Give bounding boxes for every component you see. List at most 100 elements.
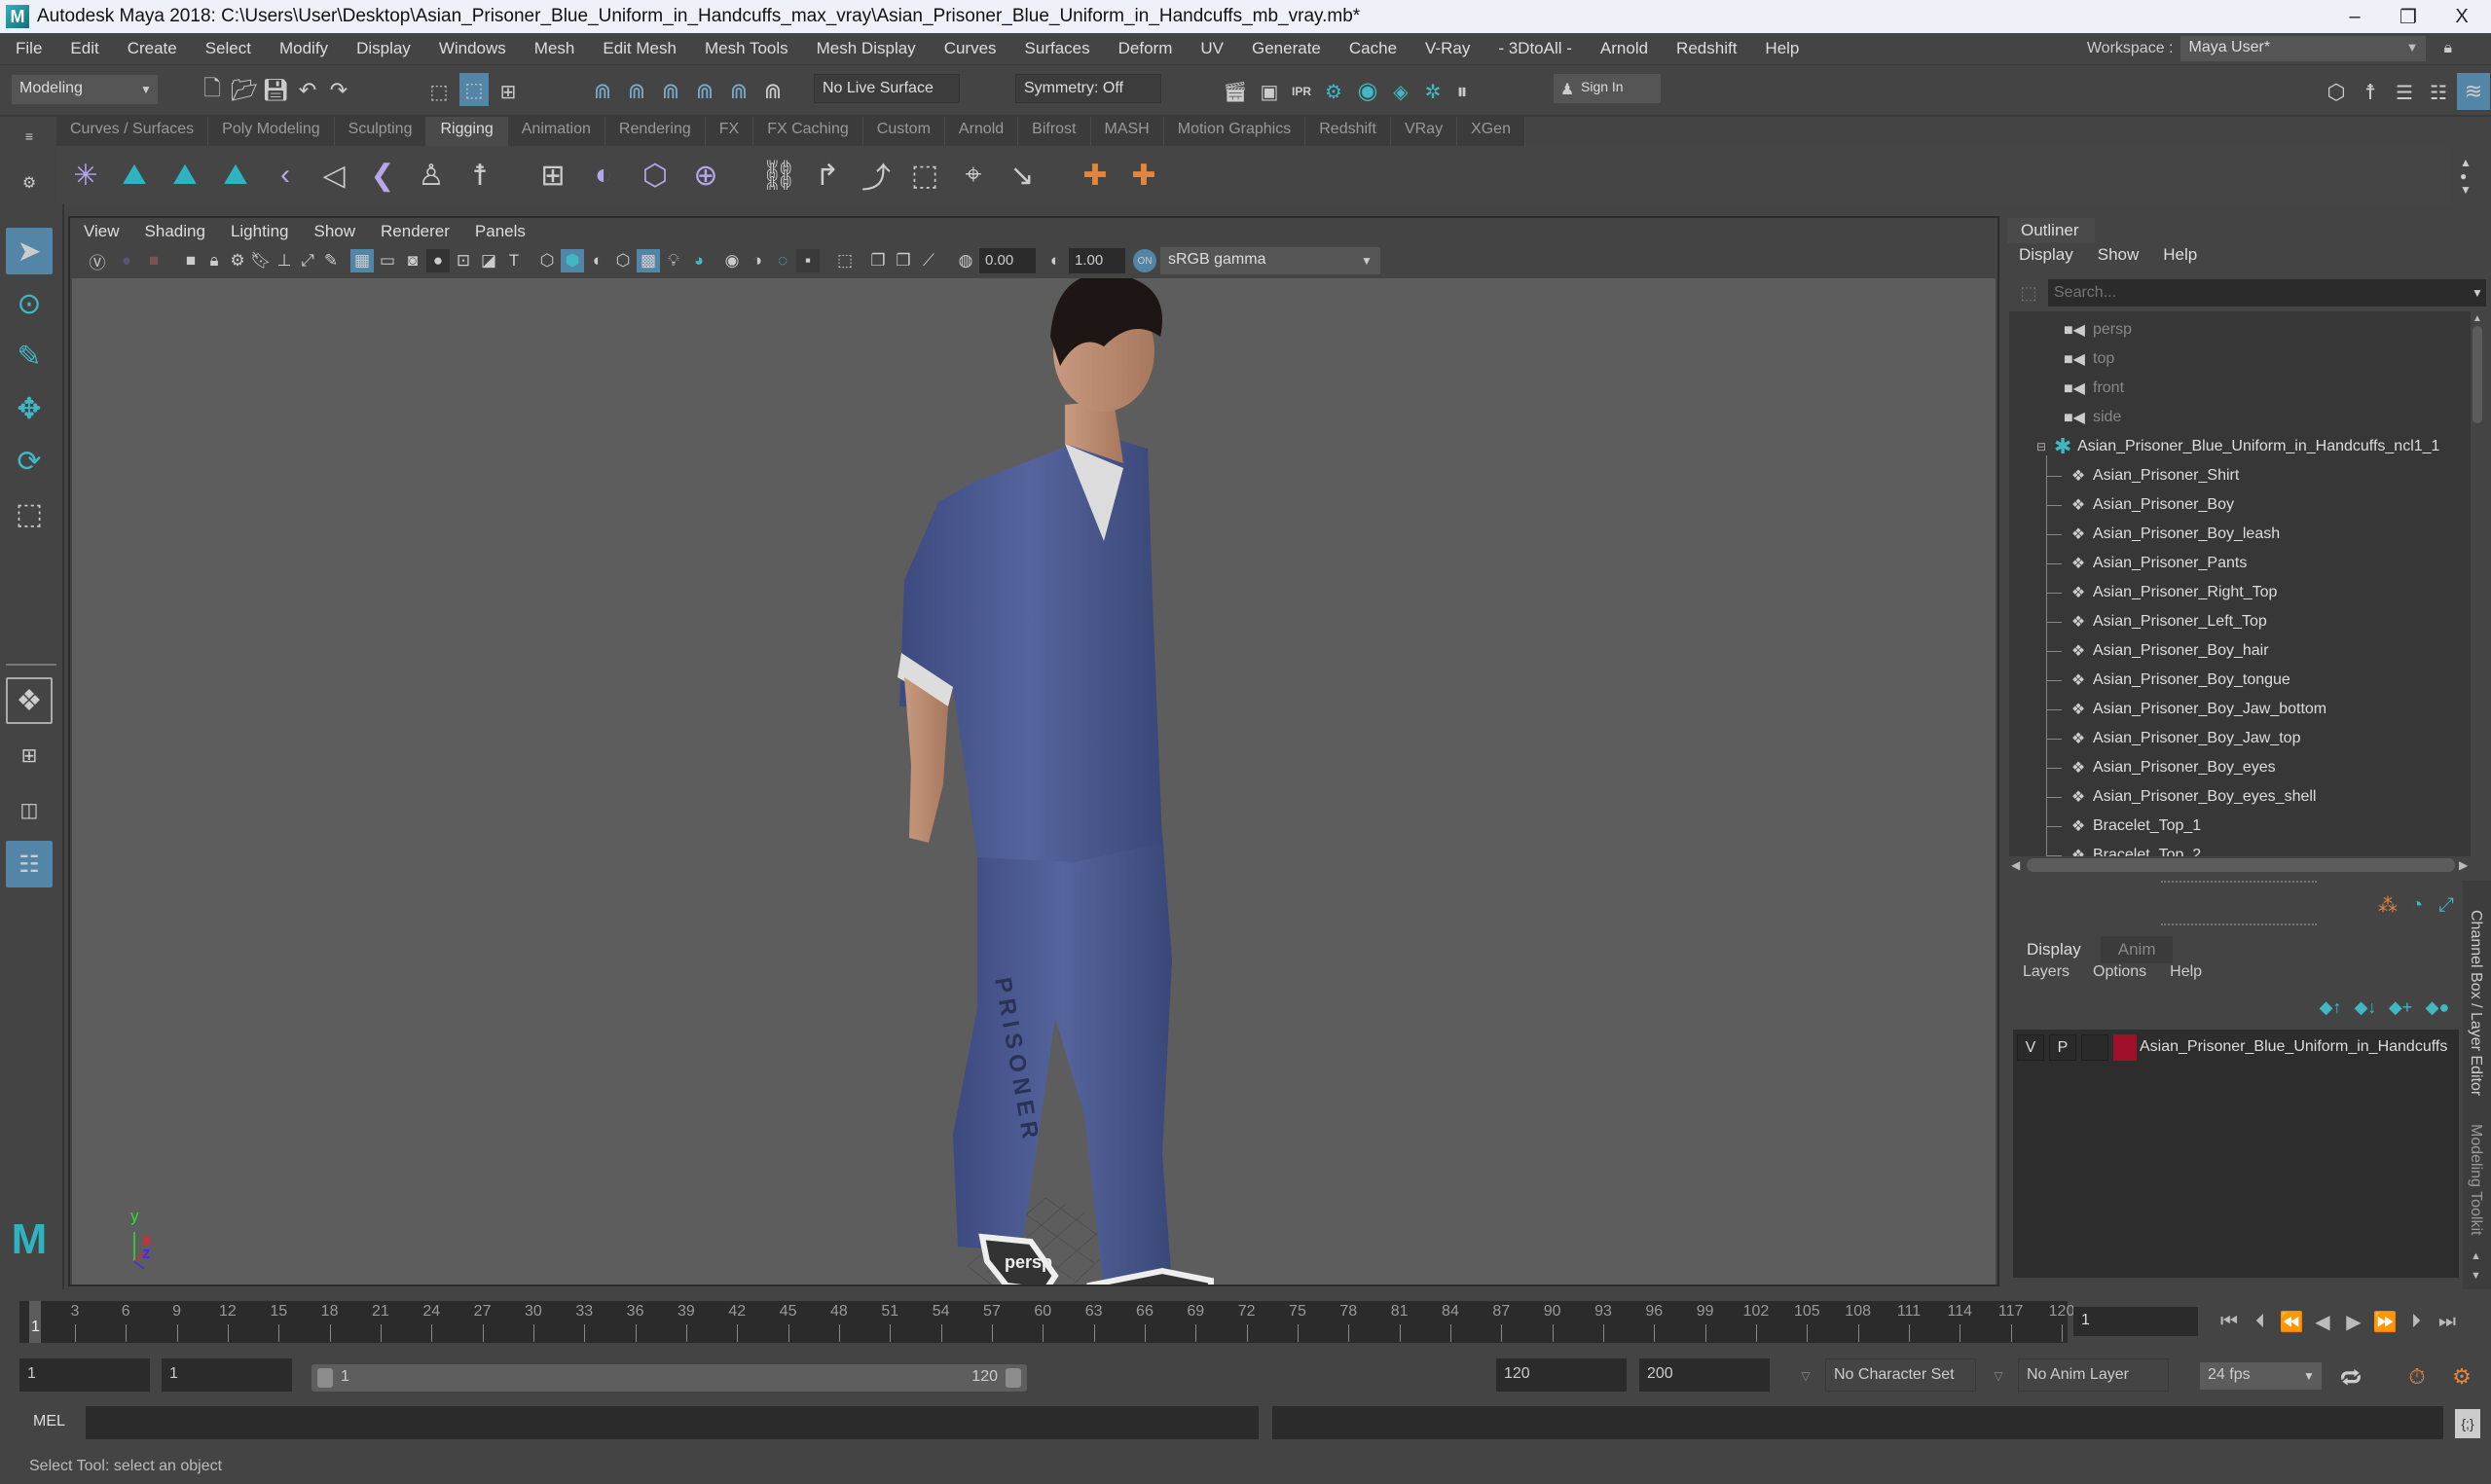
new-layer-selected-icon[interactable]: ◆●	[2424, 995, 2451, 1019]
grease-pencil-icon[interactable]: ✎	[319, 249, 343, 272]
outliner-item-mesh[interactable]: ❖ Asian_Prisoner_Boy_eyes_shell	[2009, 782, 2467, 812]
new-layer-icon[interactable]: ◆+	[2387, 995, 2414, 1019]
bookmarks-icon[interactable]: 🔖︎	[249, 249, 273, 272]
side-tab-scroll-up-icon[interactable]: ▲	[2471, 1250, 2481, 1262]
animation-preferences-icon[interactable]: ⚙	[2445, 1362, 2478, 1392]
menu-help[interactable]: Help	[1765, 39, 1799, 58]
menu-vray[interactable]: V-Ray	[1425, 39, 1470, 58]
shelf-settings-icon[interactable]: ⚙	[19, 173, 39, 193]
save-scene-icon[interactable]: 💾︎	[262, 77, 289, 104]
menu-arnold[interactable]: Arnold	[1600, 39, 1648, 58]
anim-layer-chevron-icon[interactable]: ▽	[1989, 1366, 2008, 1386]
depth-of-field-icon[interactable]: ▪	[796, 249, 820, 272]
menu-generate[interactable]: Generate	[1252, 39, 1321, 58]
default-material-icon[interactable]: ◐	[586, 249, 609, 272]
menu-surfaces[interactable]: Surfaces	[1025, 39, 1090, 58]
shelf-tab-redshift[interactable]: Redshift	[1305, 117, 1391, 146]
motion-blur-icon[interactable]: ◑	[746, 249, 769, 272]
3d-viewport[interactable]: PRISONER y x z persp	[72, 278, 1996, 1285]
wireframe-on-shaded-icon[interactable]: ⬡	[611, 249, 635, 272]
shelf-tab-mash[interactable]: MASH	[1091, 117, 1164, 146]
gamma-field[interactable]: 1.00	[1069, 248, 1125, 273]
outliner-item-mesh[interactable]: ❖ Asian_Prisoner_Boy_tongue	[2009, 666, 2467, 695]
layer-menu-options[interactable]: Options	[2093, 963, 2146, 981]
lock-camera-icon[interactable]: 🔒︎	[202, 249, 226, 272]
shelf-tab-animation[interactable]: Animation	[508, 117, 605, 146]
light-editor-icon[interactable]: ✲	[1419, 77, 1447, 106]
channel-box-speed-icon[interactable]: ⤢	[2434, 892, 2459, 918]
snap-grid-icon[interactable]: ⋒	[589, 77, 616, 106]
four-pane-layout-icon[interactable]: ⊞	[6, 732, 53, 778]
shelf-tab-fx-caching[interactable]: FX Caching	[753, 117, 863, 146]
resolution-gate-icon[interactable]: ◙	[401, 249, 424, 272]
open-scene-icon[interactable]: 📂︎	[231, 77, 258, 104]
layer-color-swatch[interactable]	[2113, 1034, 2137, 1061]
mel-command-input[interactable]	[86, 1406, 1259, 1439]
select-object-icon[interactable]: ⬚	[459, 73, 489, 106]
outliner-item-mesh[interactable]: ❖ Asian_Prisoner_Pants	[2009, 549, 2467, 578]
character-set-chevron-icon[interactable]: ▽	[1796, 1366, 1815, 1386]
outliner-tab[interactable]: Outliner	[2007, 218, 2095, 243]
ik-spline-icon[interactable]: ◁	[314, 154, 353, 197]
safe-action-icon[interactable]: ◪	[477, 249, 500, 272]
outliner-horizontal-scrollbar[interactable]	[2027, 858, 2455, 872]
select-component-icon[interactable]: ⊞	[495, 77, 522, 106]
shelf-tab-arnold[interactable]: Arnold	[945, 117, 1019, 146]
snap-live-icon[interactable]: ⋒	[725, 77, 752, 106]
redo-icon[interactable]: ↷	[326, 77, 351, 104]
loop-icon[interactable]: 🔁︎	[2336, 1362, 2365, 1392]
current-frame-field[interactable]: 1	[2073, 1307, 2198, 1336]
outliner-item-mesh[interactable]: ❖ Bracelet_Top_1	[2009, 812, 2467, 841]
outliner-item-mesh[interactable]: ❖ Asian_Prisoner_Right_Top	[2009, 578, 2467, 607]
live-surface-field[interactable]: No Live Surface	[814, 74, 960, 103]
anim-layer-dropdown[interactable]: No Anim Layer	[2018, 1358, 2169, 1392]
outliner-item-mesh[interactable]: ❖ Asian_Prisoner_Boy_Jaw_bottom	[2009, 695, 2467, 724]
exposure-icon[interactable]: ◍	[954, 249, 977, 272]
shelf-scroll[interactable]: ▲ ● ▼	[2456, 146, 2475, 206]
minimize-button[interactable]: –	[2326, 0, 2384, 33]
shelf-menu-icon[interactable]: ≡	[19, 127, 39, 146]
playback-end-frame-field[interactable]: 120	[1496, 1358, 1627, 1392]
wire-deformer-icon[interactable]: ⊕	[686, 154, 725, 197]
panel-menu-lighting[interactable]: Lighting	[231, 222, 289, 241]
new-scene-icon[interactable]: 🗋	[200, 76, 225, 104]
rotate-tool-icon[interactable]: ⟳	[6, 438, 53, 485]
menu-deform[interactable]: Deform	[1118, 39, 1173, 58]
symmetry-dropdown[interactable]: Symmetry: Off	[1015, 74, 1161, 103]
screen-space-ao-icon[interactable]: ◉	[720, 249, 744, 272]
layer-row[interactable]: V P Asian_Prisoner_Blue_Uniform_in_Handc…	[2013, 1030, 2459, 1067]
shelf-tab-sculpting[interactable]: Sculpting	[335, 117, 427, 146]
single-pane-layout-icon[interactable]: ❖	[6, 677, 53, 724]
hik-control-rig-icon[interactable]: ⛰	[216, 154, 255, 197]
use-all-lights-icon[interactable]: 💡︎	[662, 249, 685, 272]
menu-mesh[interactable]: Mesh	[534, 39, 575, 58]
film-gate-icon[interactable]: ▭	[376, 249, 399, 272]
shelf-tab-xgen[interactable]: XGen	[1457, 117, 1525, 146]
menu-cache[interactable]: Cache	[1349, 39, 1397, 58]
image-plane-icon[interactable]: ⊥	[273, 249, 296, 272]
go-to-start-icon[interactable]: ⏮	[2216, 1307, 2243, 1336]
collapse-icon[interactable]: ⊟	[2036, 440, 2046, 453]
mel-label[interactable]: MEL	[33, 1413, 65, 1430]
outliner-item-camera[interactable]: ■◀ side	[2009, 403, 2467, 432]
modeling-toolkit-icon[interactable]: ⬡	[2322, 77, 2351, 108]
lattice-icon[interactable]: ⬡	[636, 154, 675, 197]
anti-aliasing-icon[interactable]: ◌	[771, 249, 794, 272]
outliner-search-input[interactable]	[2048, 279, 2486, 307]
gate-mask-icon[interactable]: ●	[426, 249, 450, 272]
paint-skin-weights-icon[interactable]: ♙	[412, 154, 451, 197]
quick-rig-icon[interactable]: ☨	[460, 154, 499, 197]
move-layer-up-icon[interactable]: ◆↑	[2317, 995, 2344, 1019]
menu-3dtoall[interactable]: - 3DtoAll -	[1498, 39, 1572, 58]
bind-skin-icon[interactable]: ❮	[363, 154, 402, 197]
grid-toggle-icon[interactable]: ▦	[350, 249, 374, 272]
close-button[interactable]: X	[2433, 0, 2491, 33]
orient-constraint-icon[interactable]: ⤴	[857, 154, 896, 197]
hypershade-icon[interactable]: ◉	[1353, 75, 1382, 106]
filter-icon[interactable]: ⬚	[2017, 281, 2040, 305]
character-model[interactable]: PRISONER	[72, 278, 1996, 1285]
render-frame-icon[interactable]: ▣	[1256, 77, 1283, 106]
layer-display-type-toggle[interactable]	[2081, 1034, 2108, 1061]
hik-skeleton-icon[interactable]: ⛰	[115, 154, 154, 197]
shelf-tab-rigging[interactable]: Rigging	[426, 117, 508, 146]
